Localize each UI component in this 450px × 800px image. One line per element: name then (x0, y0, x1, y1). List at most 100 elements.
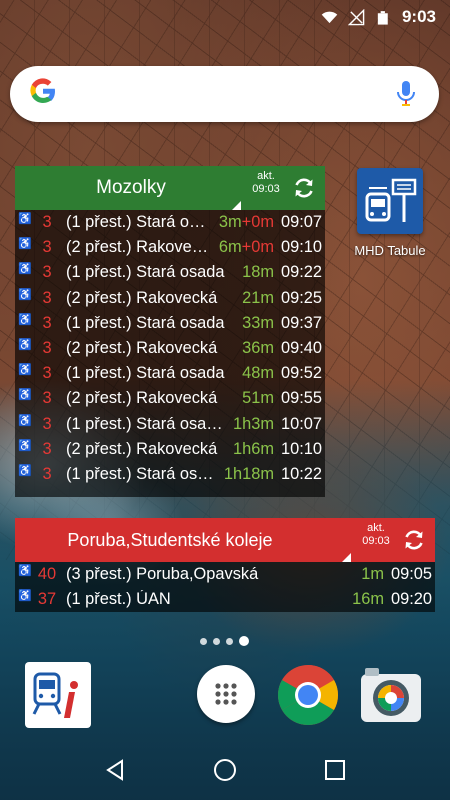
departure-row[interactable]: ♿ 3 (1 přest.) Stará os… 1h18m 10:22 (18, 462, 322, 487)
line-number: 3 (42, 288, 52, 307)
line-number: 3 (42, 389, 52, 408)
minutes-remaining: 33m (242, 313, 274, 332)
departure-row[interactable]: ♿ 3 (1 přest.) Stará osa… 1h3m 10:07 (18, 412, 322, 437)
akt-label: akt. (367, 522, 385, 534)
delay: +0m (241, 238, 274, 257)
destination: (1 přest.) Stará os… (66, 464, 214, 483)
departure-row[interactable]: ♿ 3 (2 přest.) Rakovecká 21m 09:25 (18, 286, 322, 311)
google-search-bar[interactable] (10, 66, 439, 122)
destination: (1 přest.) Stará osada (66, 364, 225, 383)
line-number: 3 (42, 238, 52, 257)
minutes-remaining: 1h6m (232, 439, 274, 458)
google-logo (28, 76, 58, 112)
departure-time: 09:20 (390, 590, 432, 609)
destination: (2 přest.) Rakovecká (66, 389, 218, 408)
destination: (1 přest.) ÚAN (66, 590, 171, 609)
departure-row[interactable]: ♿ 3 (1 přest.) Stará osada 48m 09:52 (18, 361, 322, 386)
navigation-bar (0, 740, 450, 800)
header-corner-mark (232, 201, 241, 210)
minutes-remaining: 51m (242, 389, 274, 408)
page-dot (200, 637, 207, 645)
departure-time: 09:55 (280, 389, 322, 408)
destination: (2 přest.) Rakove… (66, 238, 209, 257)
camera-icon (361, 668, 421, 722)
akt-label: akt. (257, 170, 275, 182)
wifi-icon (321, 11, 338, 23)
wheelchair-icon: ♿ (18, 238, 32, 251)
departure-row[interactable]: ♿ 3 (2 přest.) Rakovecká 51m 09:55 (18, 386, 322, 411)
departure-row[interactable]: ♿ 3 (2 přest.) Rakovecká 36m 09:40 (18, 336, 322, 361)
status-time: 9:03 (401, 7, 436, 26)
delay: +0m (241, 213, 274, 232)
wheelchair-icon: ♿ (18, 288, 32, 301)
status-bar: 9:03 (0, 0, 450, 34)
line-number: 40 (37, 565, 57, 584)
app-idos[interactable] (25, 662, 91, 728)
departure-row[interactable]: ♿ 40 (3 přest.) Poruba,Opavská 1m 09:05 (18, 562, 432, 587)
minutes-remaining: 1h18m (223, 464, 274, 483)
back-icon[interactable] (103, 758, 127, 782)
minutes-remaining: 1h3m (232, 414, 274, 433)
departures-list[interactable]: ♿ 3 (1 přest.) Stará o… 3m +0m 09:07 ♿ 3 (2 přes… (15, 210, 325, 498)
departure-time: 10:22 (280, 464, 322, 483)
departure-time: 09:05 (390, 565, 432, 584)
departure-row[interactable]: ♿ 3 (1 přest.) Stará o… 3m +0m 09:07 (18, 210, 322, 235)
departure-row[interactable]: ♿ 3 (2 přest.) Rakovecká 1h6m 10:10 (18, 437, 322, 462)
mhd-tabule-icon (357, 168, 423, 234)
line-number: 3 (42, 339, 52, 358)
akt-time: 09:03 (362, 535, 390, 547)
departure-row[interactable]: ♿ 37 (1 přest.) ÚAN 16m 09:20 (18, 587, 432, 612)
line-number: 3 (42, 439, 52, 458)
app-drawer-button[interactable] (197, 665, 255, 723)
minutes-remaining: 6m (218, 238, 242, 257)
destination: (2 přest.) Rakovecká (66, 288, 218, 307)
app-mhd-tabule[interactable]: MHD Tabule (347, 168, 433, 258)
widget-header[interactable]: Mozolky akt. 09:03 (15, 166, 325, 210)
wheelchair-icon: ♿ (18, 439, 32, 452)
header-corner-mark (342, 553, 351, 562)
departure-time: 09:40 (280, 339, 322, 358)
home-icon[interactable] (213, 758, 237, 782)
update-time: akt. 09:03 (359, 522, 393, 548)
departures-list[interactable]: ♿ 40 (3 přest.) Poruba,Opavská 1m 09:05 ♿ 37 (1… (15, 562, 435, 613)
page-dot (213, 637, 220, 645)
departures-widget-poruba[interactable]: Poruba,Studentské koleje akt. 09:03 ♿ 40 (… (15, 518, 435, 613)
wheelchair-icon: ♿ (18, 313, 32, 326)
page-dot (226, 637, 233, 645)
minutes-remaining: 1m (361, 565, 384, 584)
mic-icon[interactable] (395, 79, 417, 109)
departure-row[interactable]: ♿ 3 (2 přest.) Rakove… 6m +0m 09:10 (18, 235, 322, 260)
line-number: 3 (42, 464, 52, 483)
refresh-icon[interactable] (401, 527, 427, 553)
departure-time: 09:25 (280, 288, 322, 307)
departure-time: 10:10 (280, 439, 322, 458)
minutes-remaining: 3m (218, 213, 242, 232)
wheelchair-icon: ♿ (18, 263, 32, 276)
line-number: 3 (42, 313, 52, 332)
wheelchair-icon: ♿ (18, 590, 32, 603)
minutes-remaining: 21m (242, 288, 274, 307)
signal-icon (347, 8, 365, 25)
departure-row[interactable]: ♿ 3 (1 přest.) Stará osada 33m 09:37 (18, 311, 322, 336)
recents-icon[interactable] (323, 758, 347, 782)
wheelchair-icon: ♿ (18, 464, 32, 477)
departure-time: 09:10 (280, 238, 322, 257)
widget-header[interactable]: Poruba,Studentské koleje akt. 09:03 (15, 518, 435, 562)
wheelchair-icon: ♿ (18, 389, 32, 402)
departure-time: 09:52 (280, 364, 322, 383)
destination: (1 přest.) Stará osada (66, 263, 225, 282)
line-number: 3 (42, 213, 52, 232)
refresh-icon[interactable] (291, 175, 317, 201)
departures-widget-mozolky[interactable]: Mozolky akt. 09:03 ♿ 3 (1 přest.) Stará o…… (15, 166, 325, 498)
page-dot-active (239, 636, 249, 646)
departure-row[interactable]: ♿ 3 (1 přest.) Stará osada 18m 09:22 (18, 260, 322, 285)
app-camera[interactable] (359, 666, 423, 724)
wheelchair-icon: ♿ (18, 213, 32, 225)
departure-time: 10:07 (280, 414, 322, 433)
line-number: 3 (42, 414, 52, 433)
page-indicator (200, 636, 249, 646)
destination: (1 přest.) Stará osa… (66, 414, 223, 433)
app-chrome[interactable] (276, 663, 340, 727)
line-number: 3 (42, 364, 52, 383)
destination: (1 přest.) Stará o… (66, 213, 206, 232)
